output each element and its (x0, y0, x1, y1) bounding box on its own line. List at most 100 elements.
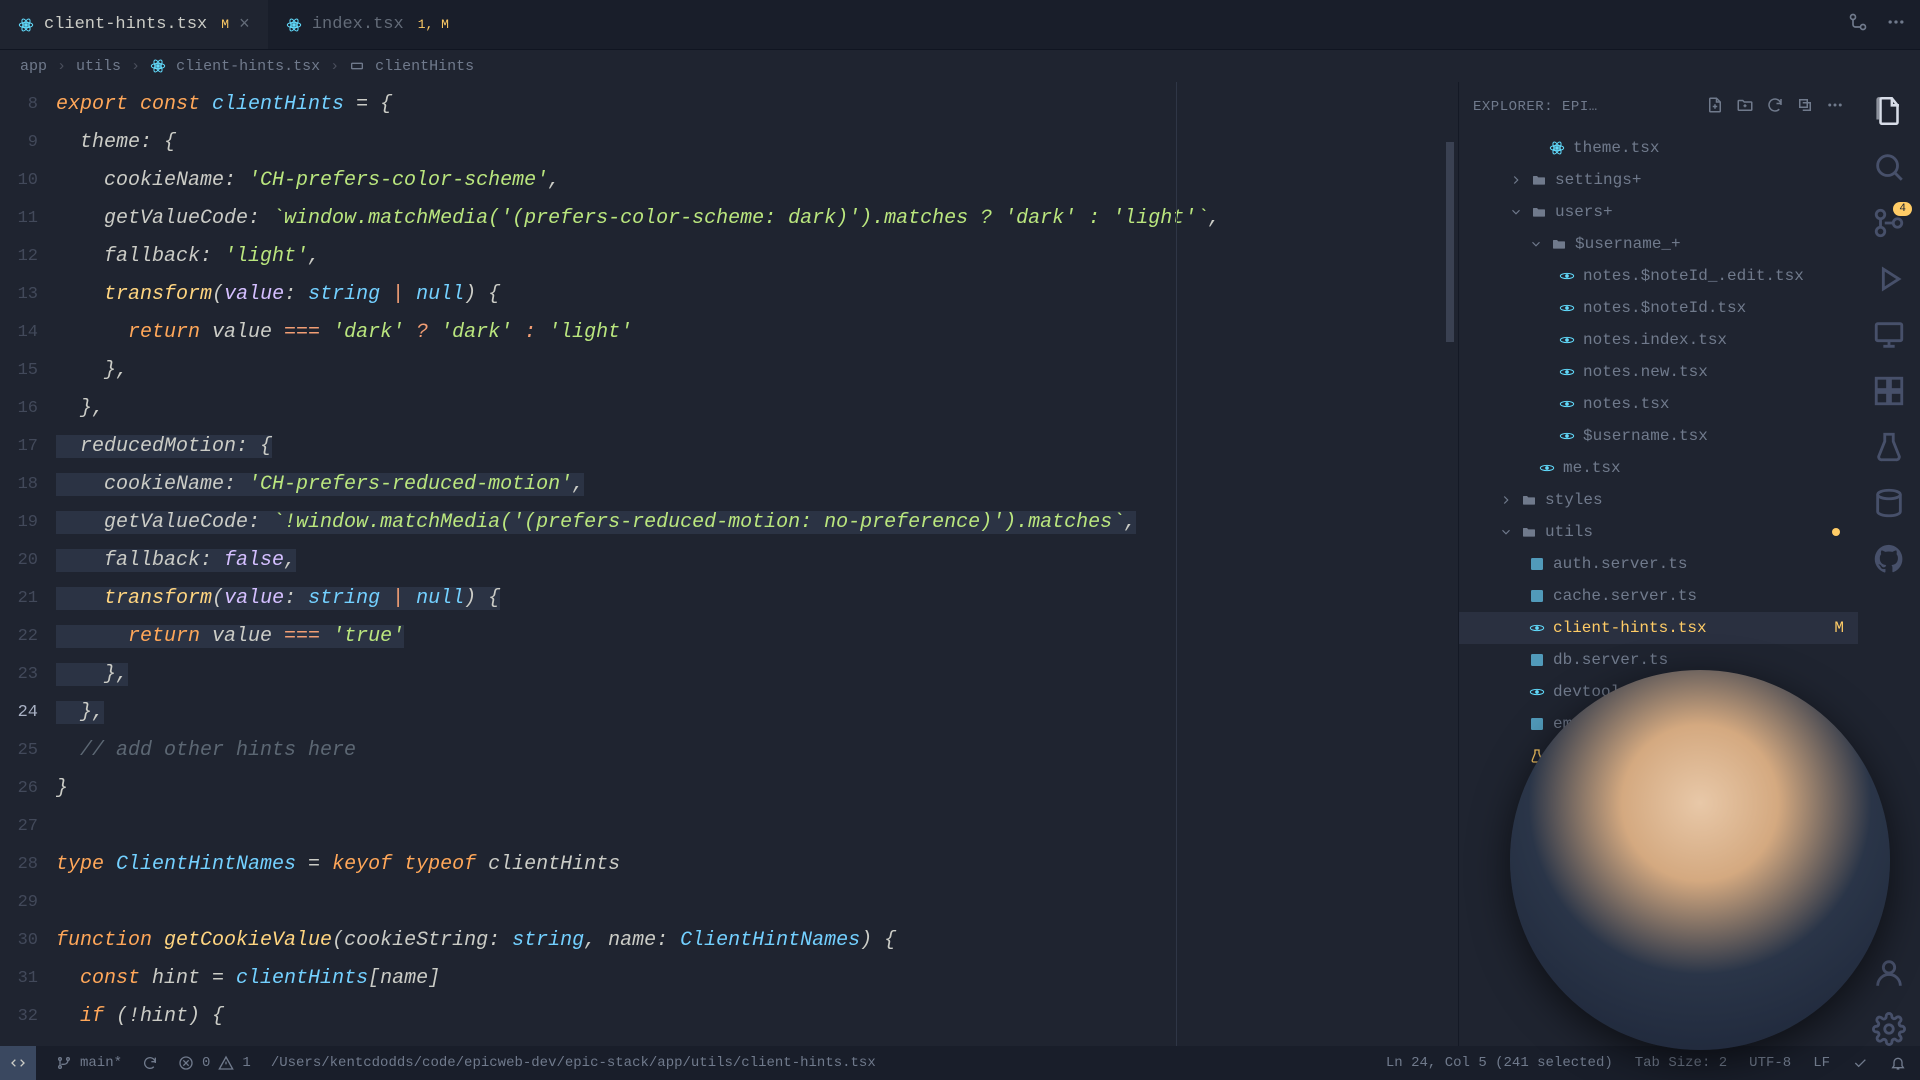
modified-badge: M (1834, 619, 1844, 637)
tree-file[interactable]: notes.$noteId_.edit.tsx (1459, 260, 1858, 292)
git-branch[interactable]: main* (56, 1055, 122, 1071)
tree-file[interactable]: notes.index.tsx (1459, 324, 1858, 356)
remote-indicator[interactable] (0, 1046, 36, 1080)
folder-icon (1521, 524, 1537, 540)
minimap[interactable] (1442, 82, 1458, 1046)
symbol-variable-icon (349, 58, 365, 74)
tree-folder[interactable]: settings+ (1459, 164, 1858, 196)
chevron-down-icon (1509, 205, 1523, 219)
account-activity-icon[interactable] (1872, 956, 1906, 990)
new-folder-icon[interactable] (1736, 96, 1754, 119)
breadcrumb-item[interactable]: clientHints (375, 58, 474, 75)
chevron-down-icon (1499, 525, 1513, 539)
testing-activity-icon[interactable] (1872, 430, 1906, 464)
encoding-status[interactable]: UTF-8 (1749, 1055, 1791, 1071)
compare-changes-icon[interactable] (1848, 12, 1868, 38)
tree-folder[interactable]: users+ (1459, 196, 1858, 228)
typescript-icon (1529, 716, 1545, 732)
folder-icon (1531, 172, 1547, 188)
status-bar: main* 01 /Users/kentcdodds/code/epicweb-… (0, 1046, 1920, 1080)
tab-client-hints[interactable]: client-hints.tsx M × (0, 0, 268, 49)
tree-file[interactable]: notes.$noteId.tsx (1459, 292, 1858, 324)
webcam-overlay (1510, 670, 1890, 1050)
chevron-right-icon (1499, 493, 1513, 507)
minimap-thumb[interactable] (1446, 142, 1454, 342)
tab-label: index.tsx (312, 15, 404, 34)
react-icon (286, 17, 302, 33)
tree-folder[interactable]: utils (1459, 516, 1858, 548)
react-icon (1559, 268, 1575, 284)
modified-dot-icon (1832, 528, 1840, 536)
react-icon (1539, 460, 1555, 476)
editor-tab-bar: client-hints.tsx M × index.tsx 1, M (0, 0, 1920, 50)
tab-label: client-hints.tsx (44, 15, 207, 34)
collapse-all-icon[interactable] (1796, 96, 1814, 119)
tab-modified-badge: 1, M (418, 17, 449, 32)
problems-status[interactable]: 01 (178, 1055, 251, 1071)
react-icon (1559, 396, 1575, 412)
tree-file-active[interactable]: client-hints.tsxM (1459, 612, 1858, 644)
react-icon (1559, 332, 1575, 348)
typescript-icon (1529, 652, 1545, 668)
new-file-icon[interactable] (1706, 96, 1724, 119)
breadcrumb-item[interactable]: client-hints.tsx (176, 58, 320, 75)
more-icon[interactable] (1886, 12, 1906, 38)
settings-activity-icon[interactable] (1872, 1012, 1906, 1046)
editor[interactable]: 8910111213141516171819202122232425262728… (0, 82, 1458, 1046)
typescript-icon (1529, 588, 1545, 604)
prettier-status[interactable] (1852, 1055, 1868, 1071)
more-icon[interactable] (1826, 96, 1844, 119)
source-control-activity-icon[interactable]: 4 (1872, 206, 1906, 240)
eol-status[interactable]: LF (1813, 1055, 1830, 1071)
remote-activity-icon[interactable] (1872, 318, 1906, 352)
tab-index[interactable]: index.tsx 1, M (268, 0, 467, 49)
breadcrumbs: app › utils › client-hints.tsx › clientH… (0, 50, 1920, 82)
editor-ruler (1176, 82, 1177, 1046)
folder-icon (1521, 492, 1537, 508)
chevron-right-icon: › (131, 58, 140, 75)
tab-modified-badge: M (221, 17, 229, 32)
chevron-right-icon: › (330, 58, 339, 75)
tree-folder[interactable]: styles (1459, 484, 1858, 516)
typescript-icon (1529, 556, 1545, 572)
breadcrumb-item[interactable]: utils (76, 58, 121, 75)
react-icon (150, 58, 166, 74)
explorer-activity-icon[interactable] (1872, 94, 1906, 128)
close-icon[interactable]: × (239, 15, 250, 35)
tree-file[interactable]: $username.tsx (1459, 420, 1858, 452)
notifications-status[interactable] (1890, 1055, 1906, 1071)
react-icon (1549, 140, 1565, 156)
tree-file[interactable]: notes.new.tsx (1459, 356, 1858, 388)
github-activity-icon[interactable] (1872, 542, 1906, 576)
sync-status[interactable] (142, 1055, 158, 1071)
react-icon (1559, 364, 1575, 380)
database-activity-icon[interactable] (1872, 486, 1906, 520)
chevron-right-icon (1509, 173, 1523, 187)
tree-file[interactable]: me.tsx (1459, 452, 1858, 484)
tree-file[interactable]: notes.tsx (1459, 388, 1858, 420)
file-path-status[interactable]: /Users/kentcdodds/code/epicweb-dev/epic-… (271, 1055, 876, 1071)
tab-size-status[interactable]: Tab Size: 2 (1635, 1055, 1727, 1071)
tree-file[interactable]: theme.tsx (1459, 132, 1858, 164)
scm-badge: 4 (1893, 202, 1912, 216)
refresh-icon[interactable] (1766, 96, 1784, 119)
tree-file[interactable]: cache.server.ts (1459, 580, 1858, 612)
tree-file[interactable]: db.server.ts (1459, 644, 1858, 676)
breadcrumb-item[interactable]: app (20, 58, 47, 75)
react-icon (1559, 428, 1575, 444)
extensions-activity-icon[interactable] (1872, 374, 1906, 408)
code-content[interactable]: export const clientHints = { theme: { co… (56, 82, 1442, 1046)
run-debug-activity-icon[interactable] (1872, 262, 1906, 296)
react-icon (1529, 620, 1545, 636)
react-icon (18, 17, 34, 33)
react-icon (1529, 684, 1545, 700)
explorer-header: EXPLORER: EPI… (1459, 82, 1858, 132)
tree-folder[interactable]: $username_+ (1459, 228, 1858, 260)
chevron-down-icon (1529, 237, 1543, 251)
chevron-right-icon: › (57, 58, 66, 75)
cursor-position-status[interactable]: Ln 24, Col 5 (241 selected) (1386, 1055, 1613, 1071)
tree-file[interactable]: auth.server.ts (1459, 548, 1858, 580)
explorer-title: EXPLORER: EPI… (1473, 99, 1598, 115)
react-icon (1559, 300, 1575, 316)
search-activity-icon[interactable] (1872, 150, 1906, 184)
